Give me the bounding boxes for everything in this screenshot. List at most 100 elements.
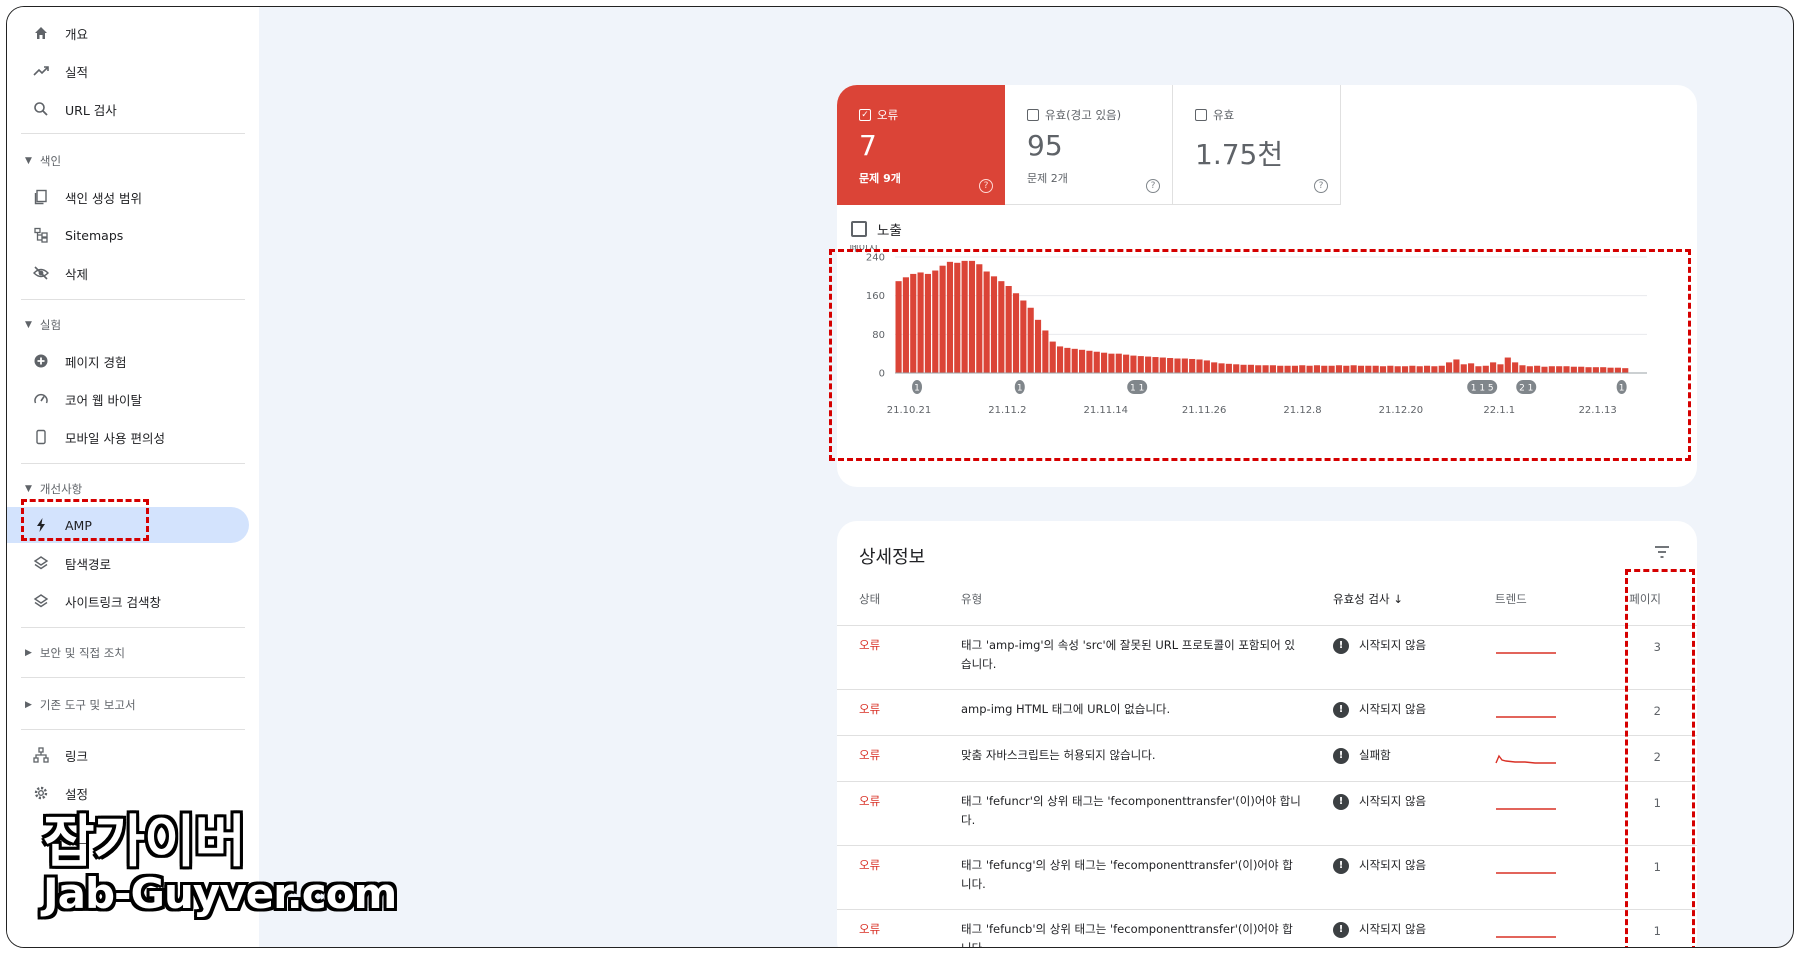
annotation-marker-label: 1 1 5 [1471, 384, 1494, 394]
column-header-pages[interactable]: 페이지 [1629, 591, 1661, 607]
chart-bar [1490, 362, 1497, 373]
row-issue-type: 맞춤 자바스크립트는 허용되지 않습니다. [961, 748, 1156, 762]
sidebar-item-removals[interactable]: 삭제 [7, 255, 249, 291]
sidebar-item-breadcrumbs[interactable]: 탐색경로 [7, 545, 249, 581]
sidebar-item-url-inspection[interactable]: URL 검사 [7, 91, 249, 127]
chart-bar [1519, 365, 1526, 373]
sidebar-item-overview[interactable]: 개요 [7, 15, 249, 51]
row-trend-sparkline [1496, 808, 1556, 810]
sidebar-item-amp[interactable]: AMP [7, 507, 249, 543]
table-row[interactable]: 오류 맞춤 자바스크립트는 허용되지 않습니다. ! 실패함 2 [837, 735, 1697, 781]
checkbox-checked-icon: ✓ [859, 109, 871, 121]
x-tick-label: 21.11.2 [988, 405, 1026, 416]
chart-bar [1042, 330, 1049, 373]
chart-bar [1020, 300, 1027, 373]
row-trend-sparkline [1496, 652, 1556, 654]
chart-bar [1475, 366, 1482, 373]
alert-icon: ! [1333, 857, 1349, 874]
help-icon[interactable]: ? [1146, 179, 1160, 193]
chart-bar [1262, 365, 1269, 373]
chart-bar [917, 272, 924, 373]
pages-chart: 페이지0801602401 1 1 11 1 52 1 121.10.21 21.11.… [849, 245, 1647, 416]
sidebar-item-label: 색인 생성 범위 [65, 190, 142, 206]
table-row[interactable]: 오류 amp-img HTML 태그에 URL이 없습니다. ! 시작되지 않음 2 [837, 689, 1697, 735]
annotation-marker-label: 1 [914, 384, 920, 394]
table-row[interactable]: 오류 태그 'fefuncb'의 상위 태그는 'fecomponenttrans… [837, 909, 1697, 947]
exposure-toggle[interactable]: 노출 [851, 219, 902, 239]
tile-warning-value: 95 [1027, 129, 1063, 162]
row-validation: ! 시작되지 않음 [1333, 856, 1426, 875]
chart-bar [946, 261, 954, 373]
y-tick-label: 240 [866, 253, 885, 264]
row-issue-type: amp-img HTML 태그에 URL이 없습니다. [961, 702, 1171, 716]
chart-bar [1086, 350, 1093, 373]
row-validation: ! 실패함 [1333, 746, 1391, 765]
help-icon[interactable]: ? [1314, 179, 1328, 193]
section-header-security[interactable]: ▶ 보안 및 직접 조치 [25, 645, 125, 661]
table-row[interactable]: 오류 태그 'fefuncr'의 상위 태그는 'fecomponenttrans… [837, 781, 1697, 845]
row-issue-type: 태그 'fefuncg'의 상위 태그는 'fecomponenttransfe… [961, 858, 1293, 891]
sidebar-item-label: 개요 [65, 26, 89, 42]
chart-bar [902, 277, 909, 373]
table-row[interactable]: 오류 태그 'amp-img'의 속성 'src'에 잘못된 URL 프로토콜이 … [837, 625, 1697, 689]
column-header-validation[interactable]: 유효성 검사 ↓ [1333, 591, 1403, 607]
annotation-marker-label: 2 1 [1519, 384, 1533, 394]
eye-off-icon [31, 263, 51, 283]
circle-plus-icon [31, 351, 51, 371]
filter-icon[interactable] [1653, 543, 1671, 561]
row-pages: 2 [1653, 704, 1661, 718]
section-header-enhancements[interactable]: ▼ 개선사항 [25, 481, 82, 497]
chart-bar [1233, 364, 1240, 373]
chart-bar [1585, 367, 1592, 373]
x-tick-label: 21.12.8 [1283, 405, 1321, 416]
row-status: 오류 [859, 794, 881, 808]
sidebar-item-core-web-vitals[interactable]: 코어 웹 바이탈 [7, 381, 249, 417]
row-pages: 1 [1653, 860, 1661, 874]
tile-valid[interactable]: 유효 1.75천 ? [1173, 85, 1341, 205]
section-header-index[interactable]: ▼ 색인 [25, 153, 61, 169]
sidebar-item-sitemaps[interactable]: Sitemaps [7, 217, 249, 253]
row-trend-sparkline [1496, 936, 1556, 938]
row-status: 오류 [859, 702, 881, 716]
x-tick-label: 21.10.21 [887, 405, 932, 416]
row-pages: 1 [1653, 796, 1661, 810]
tile-valid-value: 1.75천 [1195, 138, 1284, 171]
chart-bar [1159, 357, 1166, 373]
y-tick-label: 0 [879, 369, 885, 380]
tile-error[interactable]: ✓ 오류 7 문제 9개 ? [837, 85, 1005, 205]
chart-bar [1247, 364, 1254, 373]
sidebar-item-links[interactable]: 링크 [7, 737, 249, 773]
divider [21, 677, 245, 678]
chart-bar [1284, 365, 1291, 373]
help-icon[interactable]: ? [979, 179, 993, 193]
chart-bar [1460, 364, 1467, 373]
x-tick-label: 21.11.14 [1083, 405, 1128, 416]
sidebar-item-coverage[interactable]: 색인 생성 범위 [7, 179, 249, 215]
column-header-status[interactable]: 상태 [859, 591, 880, 607]
annotation-marker-label: 1 [1619, 384, 1625, 394]
sidebar-item-label: 삭제 [65, 266, 89, 282]
phone-icon [31, 427, 51, 447]
table-row[interactable]: 오류 태그 'fefuncg'의 상위 태그는 'fecomponenttrans… [837, 845, 1697, 909]
sidebar-item-performance[interactable]: 실적 [7, 53, 249, 89]
section-header-experience[interactable]: ▼ 실험 [25, 317, 61, 333]
watermark-title: 잡가이버 [43, 810, 246, 875]
chart-bar [983, 271, 990, 373]
home-icon [31, 23, 51, 43]
sidebar-item-mobile-usability[interactable]: 모바일 사용 편의성 [7, 419, 249, 455]
chart-bar [1372, 365, 1379, 373]
tile-warning[interactable]: 유효(경고 있음) 95 문제 2개 ? [1005, 85, 1173, 205]
arrow-down-icon: ↓ [1393, 592, 1403, 606]
column-header-trend[interactable]: 트렌드 [1495, 591, 1527, 607]
sidebar-item-sitelinks-searchbox[interactable]: 사이트링크 검색창 [7, 583, 249, 619]
chart-bar [1196, 359, 1203, 373]
sidebar-item-page-experience[interactable]: 페이지 경험 [7, 343, 249, 379]
chart-bar [1607, 367, 1614, 373]
column-header-type[interactable]: 유형 [961, 591, 982, 607]
chart-bar [1123, 354, 1130, 373]
row-issue-type: 태그 'amp-img'의 속성 'src'에 잘못된 URL 프로토콜이 포함… [961, 638, 1295, 671]
section-header-legacy-tools[interactable]: ▶ 기존 도구 및 보고서 [25, 697, 136, 713]
row-status: 오류 [859, 638, 881, 652]
sidebar-item-label: 코어 웹 바이탈 [65, 392, 142, 408]
x-tick-label: 22.1.13 [1579, 405, 1617, 416]
